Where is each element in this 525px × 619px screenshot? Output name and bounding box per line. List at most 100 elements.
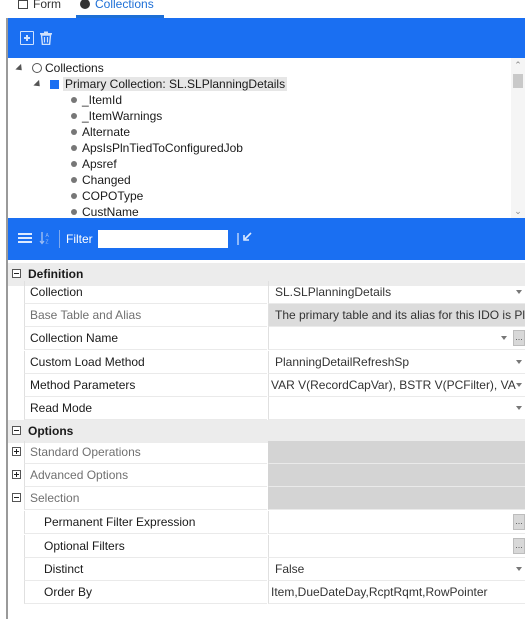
dropdown-arrow-icon[interactable] — [501, 336, 507, 340]
property-value-order-by[interactable]: Item,DueDateDay,RcptRqmt,RowPointer — [268, 581, 525, 604]
property-row-optional-filters[interactable]: Optional Filters ... — [8, 535, 525, 558]
tab-strip: Form Collections — [8, 0, 525, 18]
tree-item[interactable]: CustName — [71, 204, 139, 218]
property-value-collection[interactable]: SL.SLPlanningDetails — [268, 281, 525, 304]
collapse-toggle-icon[interactable] — [12, 269, 21, 278]
ellipsis-button[interactable]: ... — [513, 538, 525, 554]
dropdown-arrow-icon[interactable] — [516, 406, 522, 410]
collections-tree: Collections Primary Collection: SL.SLPla… — [8, 58, 525, 218]
tree-item[interactable]: ApsIsPlnTiedToConfiguredJob — [71, 140, 243, 156]
property-name: Distinct — [24, 558, 267, 581]
scroll-down-icon[interactable]: ⌄ — [514, 207, 522, 216]
ellipsis-button[interactable]: ... — [513, 330, 525, 346]
property-name: Method Parameters — [24, 374, 267, 397]
collections-toolbar — [8, 18, 525, 58]
form-icon — [18, 0, 28, 9]
property-row-collection[interactable]: Collection SL.SLPlanningDetails — [8, 281, 525, 304]
property-row-custom-load[interactable]: Custom Load Method PlanningDetailRefresh… — [8, 351, 525, 374]
collection-icon — [50, 79, 59, 89]
tree-item[interactable]: _ItemWarnings — [71, 108, 162, 124]
tree-item[interactable]: Apsref — [71, 156, 117, 172]
tab-collections-label: Collections — [95, 0, 154, 11]
dropdown-arrow-icon[interactable] — [516, 290, 522, 294]
property-row-distinct[interactable]: Distinct False — [8, 558, 525, 581]
property-bullet-icon — [71, 161, 77, 167]
property-value-optional-filters[interactable]: ... — [268, 535, 525, 558]
property-name: Advanced Options — [24, 464, 267, 487]
property-value-perm-filter[interactable]: ... — [268, 511, 525, 534]
filter-input[interactable] — [98, 230, 228, 248]
property-row-read-mode[interactable]: Read Mode — [8, 397, 525, 420]
collections-globe-icon — [32, 63, 42, 73]
ellipsis-button[interactable]: ... — [513, 514, 525, 530]
property-name: Base Table and Alias — [24, 304, 267, 327]
collapse-all-icon[interactable] — [236, 230, 254, 248]
idoc-editor-window: Form Collections Collections Primary Col — [0, 0, 525, 619]
tree-root-label: Collections — [45, 61, 104, 75]
property-value-custom-load[interactable]: PlanningDetailRefreshSp — [268, 351, 525, 374]
property-name: Collection Name — [24, 327, 267, 350]
property-row-standard-ops[interactable]: Standard Operations — [8, 441, 525, 464]
tab-form-label: Form — [33, 0, 61, 11]
tab-form[interactable]: Form — [18, 0, 61, 14]
tree-item[interactable]: COPOType — [71, 188, 143, 204]
add-icon[interactable] — [20, 31, 34, 45]
property-name: Optional Filters — [24, 535, 267, 558]
property-name: Order By — [24, 581, 267, 604]
tree-scrollbar[interactable]: ⌃ ⌄ — [511, 58, 525, 218]
property-grid: Definition Collection SL.SLPlanningDetai… — [8, 263, 525, 608]
globe-icon — [80, 0, 90, 9]
tree-item[interactable]: Alternate — [71, 124, 130, 140]
property-row-method-params[interactable]: Method Parameters VAR V(RecordCapVar), B… — [8, 374, 525, 397]
svg-text:Z: Z — [46, 240, 49, 246]
filter-label: Filter — [66, 232, 93, 246]
tree-item-label: CustName — [82, 205, 139, 218]
collapse-chevron-icon[interactable] — [33, 79, 43, 89]
categorized-list-icon[interactable] — [18, 232, 32, 245]
property-value-advanced-opts — [268, 464, 525, 487]
property-value-collection-name[interactable]: ... — [268, 327, 525, 350]
dropdown-arrow-icon[interactable] — [516, 360, 522, 364]
collapse-toggle-icon[interactable] — [12, 426, 21, 435]
tree-item-label: ApsIsPlnTiedToConfiguredJob — [82, 141, 243, 155]
property-value-standard-ops — [268, 441, 525, 464]
property-row-collection-name[interactable]: Collection Name ... — [8, 327, 525, 350]
tree-root[interactable]: Collections — [15, 60, 104, 76]
property-bullet-icon — [71, 209, 77, 215]
property-name: Read Mode — [24, 397, 267, 420]
tree-item-label: Alternate — [82, 125, 131, 139]
trash-icon[interactable] — [39, 31, 53, 45]
collapse-toggle-icon[interactable] — [12, 493, 21, 502]
property-row-advanced-opts[interactable]: Advanced Options — [8, 464, 525, 487]
property-value-method-params[interactable]: VAR V(RecordCapVar), BSTR V(PCFilter), V… — [268, 374, 525, 397]
tree-primary-collection[interactable]: Primary Collection: SL.SLPlanningDetails — [33, 76, 288, 92]
category-label: Options — [28, 424, 74, 438]
tab-collections[interactable]: Collections — [76, 0, 164, 18]
property-row-perm-filter[interactable]: Permanent Filter Expression ... — [8, 511, 525, 534]
dropdown-arrow-icon[interactable] — [516, 567, 522, 571]
property-row-order-by[interactable]: Order By Item,DueDateDay,RcptRqmt,RowPoi… — [8, 581, 525, 604]
value-text: PlanningDetailRefreshSp — [275, 355, 410, 369]
category-options[interactable]: Options — [8, 420, 525, 443]
tree-item[interactable]: _ItemId — [71, 92, 122, 108]
property-value-base-table: The primary table and its alias for this… — [268, 304, 525, 327]
property-bullet-icon — [71, 113, 77, 119]
collapse-chevron-icon[interactable] — [15, 63, 25, 73]
property-name: Custom Load Method — [24, 351, 267, 374]
scroll-thumb[interactable] — [513, 74, 523, 88]
tree-item[interactable]: Changed — [71, 172, 131, 188]
expand-toggle-icon[interactable] — [12, 470, 21, 479]
expand-toggle-icon[interactable] — [12, 447, 21, 456]
property-bullet-icon — [71, 177, 77, 183]
sort-alpha-icon[interactable]: A Z — [39, 231, 51, 245]
dropdown-arrow-icon[interactable] — [516, 383, 522, 387]
property-value-read-mode[interactable] — [268, 397, 525, 420]
property-value-selection — [268, 487, 525, 510]
property-row-selection[interactable]: Selection — [8, 487, 525, 510]
property-value-distinct[interactable]: False — [268, 558, 525, 581]
property-bullet-icon — [71, 129, 77, 135]
scroll-up-icon[interactable]: ⌃ — [514, 61, 522, 70]
value-text: SL.SLPlanningDetails — [275, 285, 392, 299]
property-bullet-icon — [71, 193, 77, 199]
property-row-base-table[interactable]: Base Table and Alias The primary table a… — [8, 304, 525, 327]
